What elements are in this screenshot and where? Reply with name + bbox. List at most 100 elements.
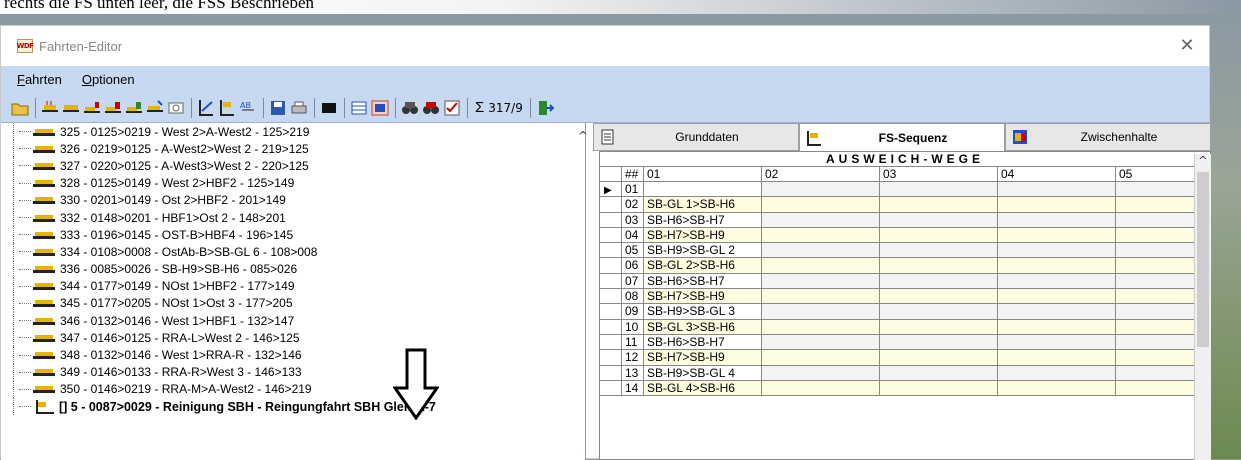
tree-item[interactable]: 333 - 0196>0145 - OST-B>HBF4 - 196>145 xyxy=(1,226,585,244)
grid-row[interactable]: ▶ 01 SB-H11>SB-GL 1 xyxy=(600,182,1210,198)
tree-item[interactable]: 346 - 0132>0146 - West 1>HBF1 - 132>147 xyxy=(1,312,585,330)
cell-col-04[interactable] xyxy=(998,243,1116,258)
cell-col-04[interactable] xyxy=(998,380,1116,396)
tree-item[interactable]: 327 - 0220>0125 - A-West3>West 2 - 220>1… xyxy=(1,157,585,175)
menu-optionen[interactable]: Optionen xyxy=(70,72,143,87)
row-selector[interactable] xyxy=(600,243,622,258)
cell-col-02[interactable] xyxy=(762,197,880,212)
cell-col-02[interactable] xyxy=(762,334,880,350)
row-selector[interactable] xyxy=(600,380,622,396)
cell-col-03[interactable] xyxy=(880,334,998,350)
cell-col-02[interactable] xyxy=(762,182,880,197)
tree-scroll-up-button[interactable]: ^ xyxy=(578,129,588,143)
cell-col-02[interactable] xyxy=(762,304,880,319)
print-icon[interactable] xyxy=(290,99,308,117)
tree-item[interactable]: 332 - 0148>0201 - HBF1>Ost 2 - 148>201 xyxy=(1,208,585,227)
grid-row[interactable]: 08 SB-H7>SB-H9 xyxy=(600,289,1210,305)
scroll-thumb[interactable] xyxy=(1197,172,1209,347)
grid-row[interactable]: 14 SB-GL 4>SB-H6 xyxy=(600,380,1210,397)
train-red-flag-icon[interactable] xyxy=(83,99,101,117)
cell-col-01[interactable]: SB-H7>SB-H9 xyxy=(644,227,762,243)
cell-col-03[interactable] xyxy=(880,380,998,396)
note-icon[interactable] xyxy=(167,99,185,117)
cell-col-04[interactable] xyxy=(998,289,1116,304)
route-edit-icon[interactable] xyxy=(197,99,215,117)
tree-item[interactable]: 326 - 0219>0125 - A-West2>West 2 - 219>1… xyxy=(1,140,585,158)
ausweich-wege-grid[interactable]: AUSWEICH-WEGE ## 01 02 03 04 05 ▶ 01 SB-H1… xyxy=(599,151,1211,460)
cell-col-03[interactable] xyxy=(880,365,998,380)
tab-zwischenhalte[interactable]: Zwischenhalte xyxy=(1005,123,1211,151)
cell-col-02[interactable] xyxy=(762,350,880,365)
cell-col-03[interactable] xyxy=(880,227,998,243)
grid-scrollbar[interactable]: ^ xyxy=(1194,154,1211,460)
cell-col-02[interactable] xyxy=(762,273,880,289)
tab-grunddaten[interactable]: Grunddaten xyxy=(593,123,799,151)
cell-col-04[interactable] xyxy=(998,182,1116,197)
fahrten-tree[interactable]: 325 - 0125>0219 - West 2>A-West2 - 125>2… xyxy=(1,123,586,460)
cell-col-01[interactable]: SB-H9>SB-GL 4 xyxy=(644,365,762,380)
tree-item[interactable]: 328 - 0125>0149 - West 2>HBF2 - 125>149 xyxy=(1,174,585,192)
cell-col-01[interactable]: SB-H9>SB-GL 2 xyxy=(644,243,762,258)
train-forward-icon[interactable] xyxy=(41,99,59,117)
tree-item[interactable]: 349 - 0146>0133 - RRA-R>West 3 - 146>133 xyxy=(1,363,585,382)
cell-col-03[interactable] xyxy=(880,350,998,365)
row-selector[interactable] xyxy=(600,212,622,227)
cell-col-03[interactable] xyxy=(880,212,998,227)
cell-col-01[interactable]: SB-GL 1>SB-H6 xyxy=(644,197,762,212)
train-red-flag-2-icon[interactable] xyxy=(104,99,122,117)
tree-item[interactable]: 345 - 0177>0205 - NOst 1>Ost 3 - 177>205 xyxy=(1,294,585,313)
cell-col-01[interactable]: SB-H11>SB-GL 1 xyxy=(644,182,762,197)
cell-col-01[interactable]: SB-H6>SB-H7 xyxy=(644,334,762,350)
exit-icon[interactable] xyxy=(536,99,555,117)
train-edit-icon[interactable] xyxy=(146,99,164,117)
tree-item[interactable]: 325 - 0125>0219 - West 2>A-West2 - 125>2… xyxy=(1,123,585,141)
cell-col-03[interactable] xyxy=(880,319,998,334)
tree-item[interactable]: 350 - 0146>0219 - RRA-M>A-West2 - 146>21… xyxy=(1,380,585,399)
cell-col-02[interactable] xyxy=(762,289,880,304)
cell-col-01[interactable]: SB-H6>SB-H7 xyxy=(644,212,762,227)
cell-col-04[interactable] xyxy=(998,273,1116,289)
cell-col-01[interactable]: SB-H9>SB-GL 3 xyxy=(644,304,762,319)
cell-col-01[interactable]: SB-H7>SB-H9 xyxy=(644,350,762,365)
cell-col-03[interactable] xyxy=(880,304,998,319)
menu-fahrten[interactable]: Fahrten xyxy=(5,72,70,87)
cell-col-03[interactable] xyxy=(880,289,998,304)
cell-col-01[interactable]: SB-GL 4>SB-H6 xyxy=(644,380,762,396)
grid-view-icon[interactable] xyxy=(350,99,368,117)
cell-col-04[interactable] xyxy=(998,365,1116,380)
checklist-icon[interactable] xyxy=(443,99,461,117)
row-selector[interactable] xyxy=(600,319,622,334)
train-green-flag-icon[interactable] xyxy=(125,99,143,117)
tree-item[interactable]: 330 - 0201>0149 - Ost 2>HBF2 - 201>149 xyxy=(1,191,585,210)
cell-col-02[interactable] xyxy=(762,319,880,334)
cell-col-01[interactable]: SB-H7>SB-H9 xyxy=(644,289,762,304)
cell-col-04[interactable] xyxy=(998,319,1116,334)
row-selector[interactable] xyxy=(600,334,622,350)
cell-col-02[interactable] xyxy=(762,227,880,243)
cell-col-04[interactable] xyxy=(998,197,1116,212)
tree-item[interactable]: 334 - 0108>0008 - OstAb-B>SB-GL 6 - 108>… xyxy=(1,243,585,261)
close-button[interactable]: ✕ xyxy=(1175,34,1199,58)
grid-row[interactable]: 12 SB-H7>SB-H9 xyxy=(600,350,1210,366)
cell-col-01[interactable]: SB-GL 3>SB-H6 xyxy=(644,319,762,334)
cell-col-01[interactable]: SB-H6>SB-H7 xyxy=(644,273,762,289)
route-ab-icon[interactable]: AB xyxy=(239,99,257,117)
tree-item[interactable]: 344 - 0177>0149 - NOst 1>HBF2 - 177>149 xyxy=(1,277,585,296)
tree-item[interactable]: 348 - 0132>0146 - West 1>RRA-R - 132>146 xyxy=(1,346,585,364)
cell-col-03[interactable] xyxy=(880,243,998,258)
row-selector[interactable] xyxy=(600,304,622,319)
open-folder-icon[interactable] xyxy=(11,99,29,117)
cell-col-03[interactable] xyxy=(880,182,998,197)
tab-fs-sequenz[interactable]: FS-Sequenz xyxy=(799,123,1005,151)
cell-col-01[interactable]: SB-GL 2>SB-H6 xyxy=(644,258,762,273)
cell-col-02[interactable] xyxy=(762,243,880,258)
cell-col-03[interactable] xyxy=(880,273,998,289)
cell-col-03[interactable] xyxy=(880,258,998,273)
grid-view-active-icon[interactable] xyxy=(371,99,389,117)
grid-row[interactable]: 03 SB-H6>SB-H7 xyxy=(600,212,1210,228)
cell-col-02[interactable] xyxy=(762,258,880,273)
cell-col-04[interactable] xyxy=(998,212,1116,227)
cell-col-03[interactable] xyxy=(880,197,998,212)
row-selector[interactable] xyxy=(600,227,622,243)
binoculars-icon[interactable] xyxy=(401,99,419,117)
